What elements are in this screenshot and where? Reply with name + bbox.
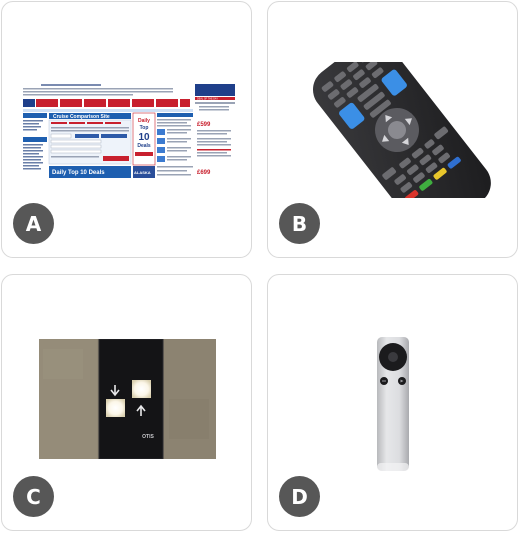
option-letter-badge: A: [13, 203, 54, 244]
svg-text:Daily: Daily: [138, 118, 150, 124]
tv-remote-image: [312, 62, 491, 198]
daily-deals-footer: Daily Top 10 Deals: [52, 170, 105, 176]
option-card-d[interactable]: D: [267, 274, 518, 531]
image-choice-grid: DEAL OF THE DAY Cruise Comparison Site D…: [0, 0, 519, 534]
option-letter-badge: D: [279, 476, 320, 517]
destination-label: ALASKA: [134, 170, 151, 175]
price-label-1: £599: [197, 122, 211, 128]
elevator-buttons-image: OTIS: [39, 339, 216, 459]
option-card-c[interactable]: OTIS C: [1, 274, 252, 531]
apple-remote-image: [377, 337, 409, 471]
option-card-b[interactable]: B: [267, 1, 518, 258]
option-card-a[interactable]: DEAL OF THE DAY Cruise Comparison Site D…: [1, 1, 252, 258]
website-screenshot-image: DEAL OF THE DAY Cruise Comparison Site D…: [21, 82, 235, 178]
elevator-brand-label: OTIS: [142, 434, 154, 440]
svg-text:Deals: Deals: [137, 143, 151, 149]
option-letter-badge: B: [279, 203, 320, 244]
price-label-2: £699: [197, 170, 211, 176]
svg-text:Top: Top: [140, 125, 149, 131]
option-letter-badge: C: [13, 476, 54, 517]
svg-text:10: 10: [138, 132, 150, 143]
comparison-heading: Cruise Comparison Site: [53, 114, 110, 120]
side-banner-text: DEAL OF THE DAY: [197, 98, 218, 101]
